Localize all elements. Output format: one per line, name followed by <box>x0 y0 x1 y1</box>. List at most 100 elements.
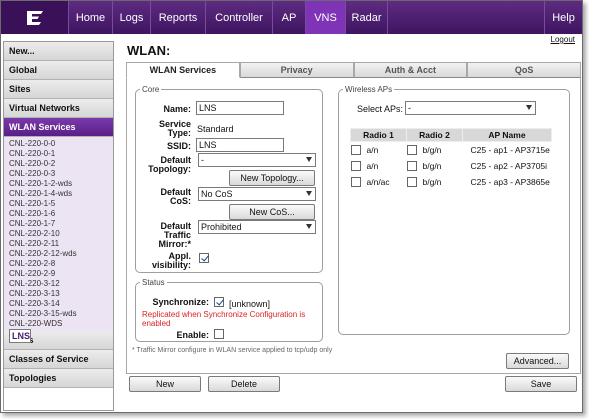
sidebar-classes-of-service[interactable]: Classes of Service <box>4 350 113 369</box>
radio1-mode: a/n <box>366 144 379 155</box>
column-header-radio1: Radio 1 <box>350 128 407 142</box>
sidebar-item-wlan[interactable]: CNL-220-1-6 <box>9 209 113 219</box>
nav-tab-ap[interactable]: AP <box>273 1 306 34</box>
wlan-tabs: WLAN Services Privacy Auth & Acct QoS <box>126 62 581 78</box>
sidebar-new[interactable]: New... <box>4 42 113 61</box>
default-topology-value: - <box>201 155 204 165</box>
appl-visibility-checkbox[interactable] <box>199 253 209 263</box>
application-window: Home Logs Reports Controller AP VNS Rada… <box>0 0 583 413</box>
radio1-checkbox[interactable] <box>350 176 361 187</box>
sidebar-sites[interactable]: Sites <box>4 80 113 99</box>
tab-qos[interactable]: QoS <box>467 62 581 78</box>
top-navigation-bar: Home Logs Reports Controller AP VNS Rada… <box>1 1 582 34</box>
column-header-radio2: Radio 2 <box>406 128 463 142</box>
appl-visibility-label: Appl. visibility: <box>151 251 191 270</box>
logout-link[interactable]: Logout <box>551 35 575 44</box>
advanced-button[interactable]: Advanced... <box>506 353 569 369</box>
table-row: a/n b/g/n C25 - ap2 - AP3705i <box>350 158 552 174</box>
radio2-mode: b/g/n <box>422 160 442 171</box>
sidebar-wlan-services[interactable]: WLAN Services <box>4 118 113 137</box>
service-type-value: Standard <box>197 124 234 134</box>
sidebar-item-wlan[interactable]: CNL-220-2-10 <box>9 229 113 239</box>
sidebar-item-wlan[interactable]: CNL-220-1-5 <box>9 199 113 209</box>
traffic-mirror-value: Prohibited <box>201 222 242 232</box>
chevron-down-icon <box>306 157 312 162</box>
ap-name: C25 - ap3 - AP3865e <box>470 176 550 187</box>
chevron-down-icon <box>306 191 312 196</box>
enable-checkbox[interactable] <box>214 329 224 339</box>
delete-button[interactable]: Delete <box>208 376 280 392</box>
wlan-service-list: CNL-220-0-0 CNL-220-0-1 CNL-220-0-2 CNL-… <box>4 137 113 343</box>
ap-name: C25 - ap2 - AP3705i <box>470 160 548 171</box>
new-cos-button[interactable]: New CoS... <box>229 204 315 220</box>
service-type-label: Service Type: <box>158 119 191 138</box>
sidebar-item-wlan[interactable]: CNL-220-2-8 <box>9 259 113 269</box>
extreme-logo-icon <box>26 10 43 25</box>
radio1-checkbox[interactable] <box>350 144 361 155</box>
default-traffic-mirror-label: Default Traffic Mirror:* <box>158 221 191 249</box>
new-button[interactable]: New <box>129 376 201 392</box>
sidebar-item-wlan[interactable]: CNL-220-1-7 <box>9 219 113 229</box>
sidebar-item-wlan[interactable]: CNL-220-3-15-wds <box>9 309 113 319</box>
nav-tab-logs[interactable]: Logs <box>113 1 151 34</box>
sidebar-item-wlan[interactable]: CNL-220-3-13 <box>9 289 113 299</box>
name-label: Name: <box>163 104 191 114</box>
sidebar-global[interactable]: Global <box>4 61 113 80</box>
radio1-mode: a/n <box>366 160 379 171</box>
sidebar-item-wlan[interactable]: CNL-220-2-9 <box>9 269 113 279</box>
sidebar-item-wlan[interactable]: CNL-220-3-14 <box>9 299 113 309</box>
status-legend: Status <box>142 278 165 287</box>
chevron-down-icon <box>526 105 532 110</box>
radio2-checkbox[interactable] <box>406 160 417 171</box>
sidebar-item-wlan[interactable]: CNL-220-0-2 <box>9 159 113 169</box>
sidebar-item-wlan[interactable]: CNL-220-2-12-wds <box>9 249 113 259</box>
ap-name: C25 - ap1 - AP3715e <box>470 144 550 155</box>
sidebar-item-wlan[interactable]: CNL-220-1-4-wds <box>9 189 113 199</box>
radio2-mode: b/g/n <box>422 144 442 155</box>
ssid-label: SSID: <box>166 141 191 151</box>
replicated-note: Replicated when Synchronize Configuratio… <box>142 310 306 328</box>
sidebar-item-wlan[interactable]: CNL-220-3-12 <box>9 279 113 289</box>
name-field[interactable]: LNS <box>196 101 284 115</box>
select-aps-label: Select APs: <box>357 104 404 114</box>
default-topology-select[interactable]: - <box>198 153 316 167</box>
radio2-checkbox[interactable] <box>406 144 417 155</box>
tab-auth-acct[interactable]: Auth & Acct <box>353 62 468 78</box>
sidebar-topologies[interactable]: Topologies <box>4 369 113 388</box>
synchronize-checkbox[interactable] <box>214 297 224 307</box>
nav-tab-reports[interactable]: Reports <box>151 1 206 34</box>
core-legend: Core <box>142 85 160 94</box>
sidebar-item-wlan[interactable]: CNL-220-0-1 <box>9 149 113 159</box>
nav-tab-vns[interactable]: VNS <box>306 1 346 34</box>
sidebar-virtual-networks[interactable]: Virtual Networks <box>4 99 113 118</box>
wireless-aps-legend: Wireless APs <box>345 85 393 94</box>
default-cos-label: Default CoS: <box>160 187 191 206</box>
save-button[interactable]: Save <box>505 376 577 392</box>
select-aps-dropdown[interactable]: - <box>405 101 536 115</box>
select-aps-value: - <box>408 103 411 113</box>
nav-tab-radar[interactable]: Radar <box>346 1 388 34</box>
synchronize-status: [unknown] <box>229 299 271 309</box>
sidebar-item-wlan[interactable]: CNL-220-0-3 <box>9 169 113 179</box>
sidebar-item-wlan[interactable]: CNL-220-2-11 <box>9 239 113 249</box>
ssid-field[interactable]: LNS <box>196 138 284 152</box>
sidebar-item-wlan[interactable]: CNL-220-1-2-wds <box>9 179 113 189</box>
sidebar-item-wlan[interactable]: CNL-220-WDS <box>9 319 113 329</box>
synchronize-label: Synchronize: <box>152 297 209 307</box>
traffic-mirror-select[interactable]: Prohibited <box>198 220 316 234</box>
extreme-logo[interactable] <box>1 1 69 34</box>
radio1-checkbox[interactable] <box>350 160 361 171</box>
new-topology-button[interactable]: New Topology... <box>229 170 315 186</box>
default-cos-select[interactable]: No CoS <box>198 187 316 201</box>
sidebar-item-wlan-selected[interactable]: LNS <box>9 329 31 343</box>
nav-tab-help[interactable]: Help <box>544 1 582 34</box>
tab-privacy[interactable]: Privacy <box>239 62 354 78</box>
radio2-mode: b/g/n <box>422 176 442 187</box>
radio1-mode: a/n/ac <box>366 176 390 187</box>
chevron-down-icon <box>306 224 312 229</box>
nav-tab-home[interactable]: Home <box>69 1 113 34</box>
nav-tab-controller[interactable]: Controller <box>206 1 273 34</box>
sidebar-item-wlan[interactable]: CNL-220-0-0 <box>9 139 113 149</box>
tab-wlan-services[interactable]: WLAN Services <box>126 62 240 78</box>
radio2-checkbox[interactable] <box>406 176 417 187</box>
